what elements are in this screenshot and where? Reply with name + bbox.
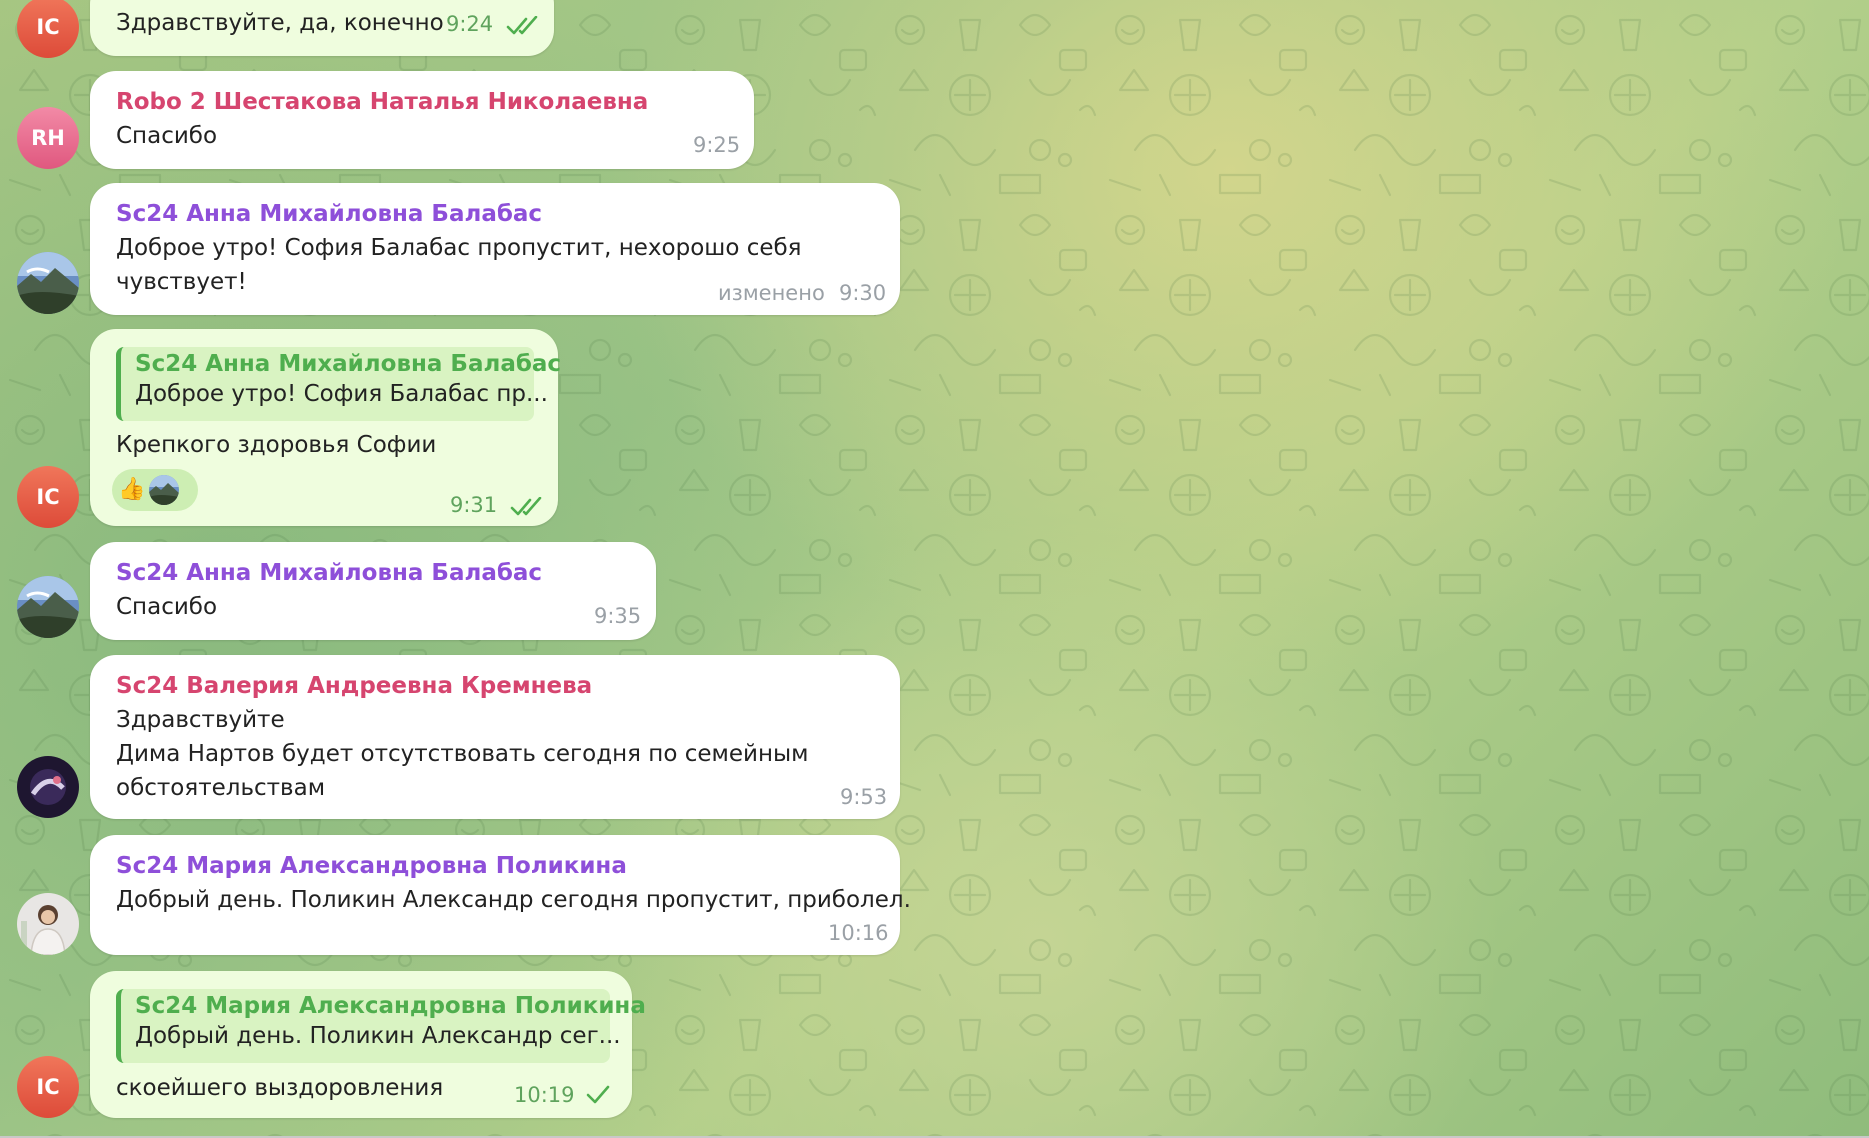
message-line: Здравствуйте (116, 707, 285, 733)
reaction-chip[interactable]: 👍 (112, 469, 198, 511)
message-time: 10:16 (828, 921, 889, 945)
sender-name[interactable]: Robo 2 Шестакова Наталья Николаевна (116, 89, 648, 115)
message-bubble[interactable]: Sc24 Мария Александровна Поликина Добрый… (90, 971, 646, 1118)
message-bubble[interactable]: Sc24 Валерия Андреевна Кремнева Здравств… (90, 655, 900, 819)
woman-photo-avatar[interactable] (17, 893, 79, 955)
edited-label: изменено (718, 281, 825, 305)
message-line: Дима Нартов будет отсутствовать сегодня … (116, 741, 809, 767)
message-line: чувствует! (116, 269, 247, 295)
avatar-initials: IC (36, 1075, 60, 1099)
message-bubble[interactable]: Sc24 Мария Александровна Поликина Добрый… (90, 835, 911, 955)
thumbs-up-icon: 👍 (118, 477, 146, 502)
avatar-initials: IC (36, 15, 60, 39)
quote-sender: Sc24 Мария Александровна Поликина (135, 993, 646, 1019)
message-time: 9:30 (839, 281, 887, 305)
message-time: 9:53 (840, 785, 888, 809)
message-text: скоейшего выздоровления (116, 1075, 444, 1101)
message-bubble[interactable]: Sc24 Анна Михайловна Балабас Доброе утро… (90, 183, 900, 315)
message-line: Доброе утро! София Балабас пропустит, не… (116, 235, 802, 261)
message-bubble[interactable]: Sc24 Анна Михайловна Балабас Доброе утро… (90, 329, 561, 526)
message-text: Крепкого здоровья Софии (116, 432, 437, 458)
avatar-initials: RH (31, 126, 65, 150)
double-check-icon (506, 16, 540, 36)
message-time: 10:19 (514, 1083, 575, 1107)
double-check-icon (510, 497, 544, 517)
dark-space-avatar[interactable] (17, 756, 79, 818)
message-bubble[interactable]: Здравствуйте, да, конечно 9:24 (90, 0, 554, 56)
avatar-ic[interactable]: IC (17, 466, 79, 528)
message-bubble[interactable]: Robo 2 Шестакова Наталья Николаевна Спас… (90, 71, 754, 169)
avatar-rh[interactable]: RH (17, 107, 79, 169)
reply-quote[interactable]: Sc24 Мария Александровна Поликина Добрый… (116, 989, 646, 1063)
single-check-icon (586, 1085, 610, 1105)
chat-background: IC Здравствуйте, да, конечно 9:24 RH Rob… (0, 0, 1869, 1136)
message-bubble[interactable]: Sc24 Анна Михайловна Балабас Спасибо 9:3… (90, 542, 656, 640)
message-time: 9:25 (693, 133, 741, 157)
sender-name[interactable]: Sc24 Анна Михайловна Балабас (116, 201, 542, 227)
message-time: 9:24 (446, 12, 494, 36)
quote-text: Добрый день. Поликин Александр сег... (135, 1023, 621, 1049)
message-line: обстоятельствам (116, 775, 326, 801)
message-text: Спасибо (116, 123, 218, 149)
message-time: 9:35 (594, 604, 642, 628)
reactor-avatar (149, 475, 180, 505)
avatar-initials: IC (36, 485, 60, 509)
message-text: Спасибо (116, 594, 218, 620)
quote-text: Доброе утро! София Балабас пр... (135, 381, 548, 407)
quote-sender: Sc24 Анна Михайловна Балабас (135, 351, 562, 377)
sender-name[interactable]: Sc24 Мария Александровна Поликина (116, 853, 627, 879)
sender-name[interactable]: Sc24 Анна Михайловна Балабас (116, 560, 542, 586)
mountain-landscape-avatar[interactable] (17, 576, 79, 638)
mountain-landscape-avatar[interactable] (17, 252, 79, 314)
reply-quote[interactable]: Sc24 Анна Михайловна Балабас Доброе утро… (116, 347, 561, 421)
message-text: Здравствуйте, да, конечно (116, 10, 444, 36)
message-time: 9:31 (450, 493, 498, 517)
message-text: Добрый день. Поликин Александр сегодня п… (116, 887, 911, 913)
avatar-ic[interactable]: IC (17, 0, 79, 58)
sender-name[interactable]: Sc24 Валерия Андреевна Кремнева (116, 673, 592, 699)
avatar-ic[interactable]: IC (17, 1056, 79, 1118)
